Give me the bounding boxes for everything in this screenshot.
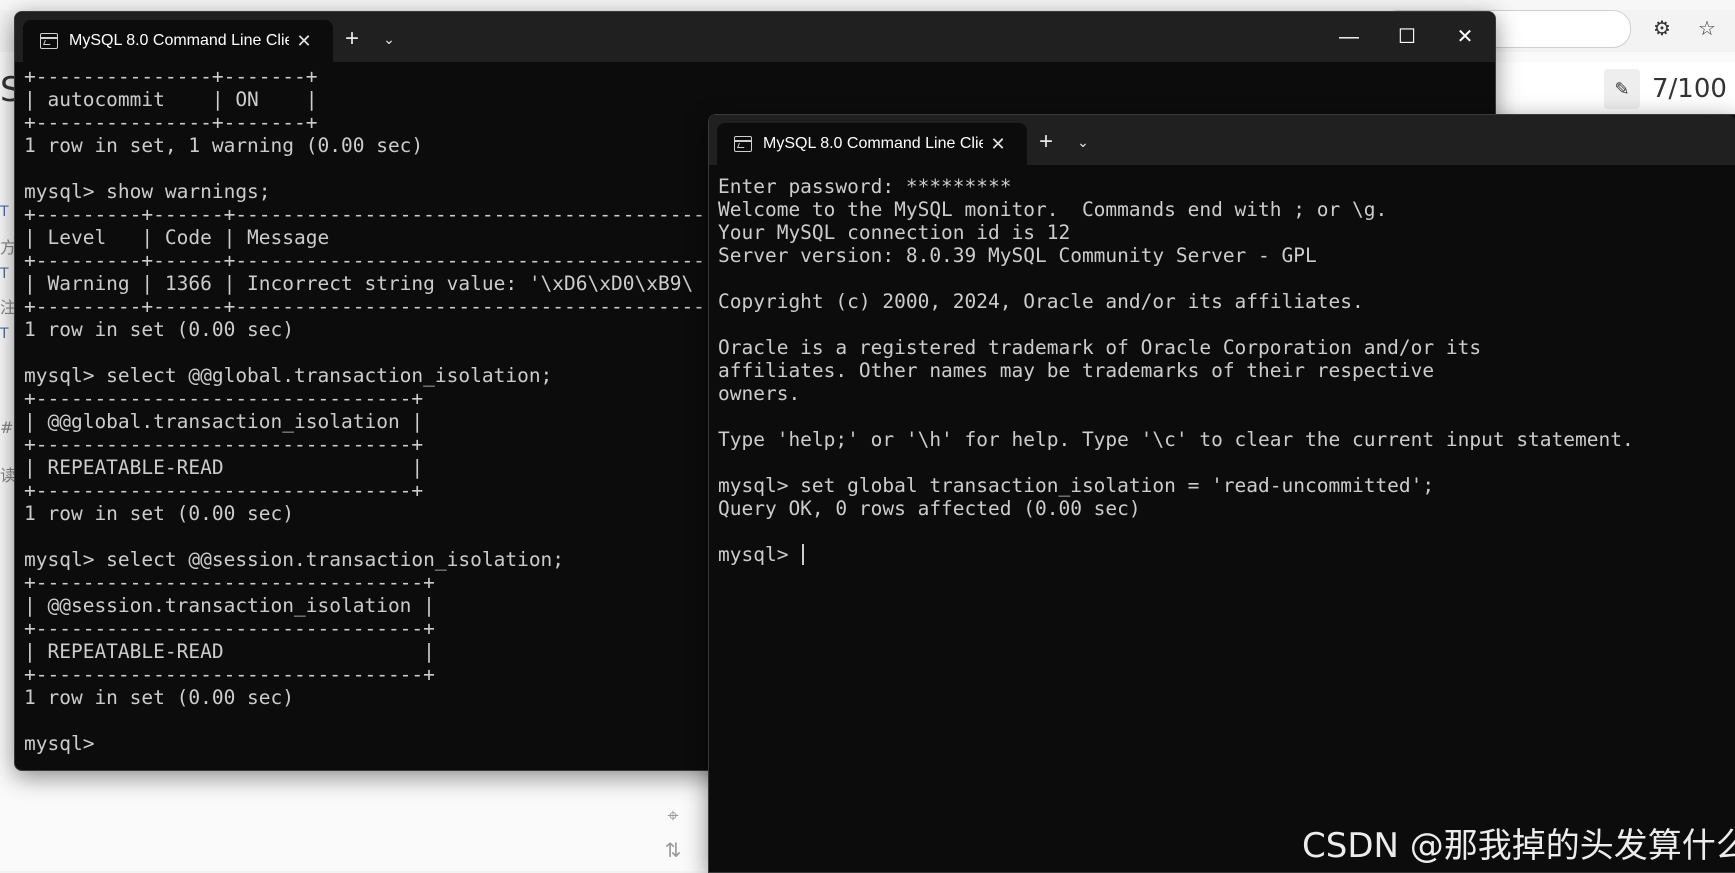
word-count: 7/100 <box>1652 74 1727 104</box>
close-icon[interactable]: ✕ <box>293 30 315 52</box>
terminal-icon <box>40 33 58 49</box>
terminal-line: affiliates. Other names may be trademark… <box>718 359 1435 382</box>
chevron-down-icon[interactable]: ⌄ <box>1071 127 1095 157</box>
terminal-line: Query OK, 0 rows affected (0.00 sec) <box>718 497 1141 520</box>
collapse-icon[interactable]: ⇅ <box>660 838 686 864</box>
browser-top-strip <box>0 0 1735 10</box>
terminal-line: Enter password: ********* <box>718 175 1012 198</box>
terminal-line: Your MySQL connection id is 12 <box>718 221 1071 244</box>
extensions-icon[interactable]: ⚙ <box>1648 15 1676 43</box>
tab-title: MySQL 8.0 Command Line Client <box>763 135 983 152</box>
prompt-line[interactable]: mysql> <box>718 543 1735 566</box>
terminal-output[interactable]: Enter password: ********* Welcome to the … <box>718 175 1735 566</box>
crosshair-icon[interactable]: ⌖ <box>660 803 686 829</box>
window-controls: — ☐ ✕ <box>1320 12 1495 62</box>
terminal-icon <box>734 136 752 152</box>
tab-mysql-client[interactable]: MySQL 8.0 Command Line Client ✕ <box>23 20 333 62</box>
watermark: CSDN @那我掉的头发算什么 <box>1302 826 1735 866</box>
sidebar-letter: T <box>0 266 9 282</box>
terminal-line: Type 'help;' or '\h' for help. Type '\c'… <box>718 428 1634 451</box>
terminal-window-right: MySQL 8.0 Command Line Client ✕ + ⌄ Ente… <box>708 114 1735 873</box>
chevron-down-icon[interactable]: ⌄ <box>377 24 401 54</box>
text-cursor <box>802 544 805 565</box>
terminal-line: owners. <box>718 382 801 405</box>
close-icon[interactable]: ✕ <box>987 133 1009 155</box>
maximize-icon[interactable]: ☐ <box>1378 12 1436 62</box>
terminal-line: Welcome to the MySQL monitor. Commands e… <box>718 198 1388 221</box>
terminal-line: Oracle is a registered trademark of Orac… <box>718 336 1482 359</box>
terminal-line: mysql> set global transaction_isolation … <box>718 474 1435 497</box>
title-bar[interactable]: MySQL 8.0 Command Line Client ✕ + ⌄ — ☐ … <box>15 12 1495 62</box>
plus-icon[interactable]: + <box>337 24 367 54</box>
terminal-line: +---------------+-------+ <box>24 65 318 88</box>
sidebar-letter: T <box>0 204 9 220</box>
terminal-line: | autocommit | ON | <box>24 88 318 111</box>
minimize-icon[interactable]: — <box>1320 12 1378 62</box>
terminal-line: Copyright (c) 2000, 2024, Oracle and/or … <box>718 290 1364 313</box>
tab-title: MySQL 8.0 Command Line Client <box>69 32 289 49</box>
tab-mysql-client[interactable]: MySQL 8.0 Command Line Client ✕ <box>717 123 1027 165</box>
favorites-icon[interactable]: ☆ <box>1693 15 1721 43</box>
title-bar[interactable]: MySQL 8.0 Command Line Client ✕ + ⌄ <box>709 115 1735 165</box>
plus-icon[interactable]: + <box>1031 127 1061 157</box>
sidebar-letter: T <box>0 326 9 342</box>
prompt-text: mysql> <box>718 543 801 566</box>
magic-wand-icon[interactable]: ✎ <box>1604 69 1640 109</box>
terminal-line: Server version: 8.0.39 MySQL Community S… <box>718 244 1317 267</box>
sidebar-letter: # <box>0 418 14 437</box>
close-window-icon[interactable]: ✕ <box>1436 12 1494 62</box>
